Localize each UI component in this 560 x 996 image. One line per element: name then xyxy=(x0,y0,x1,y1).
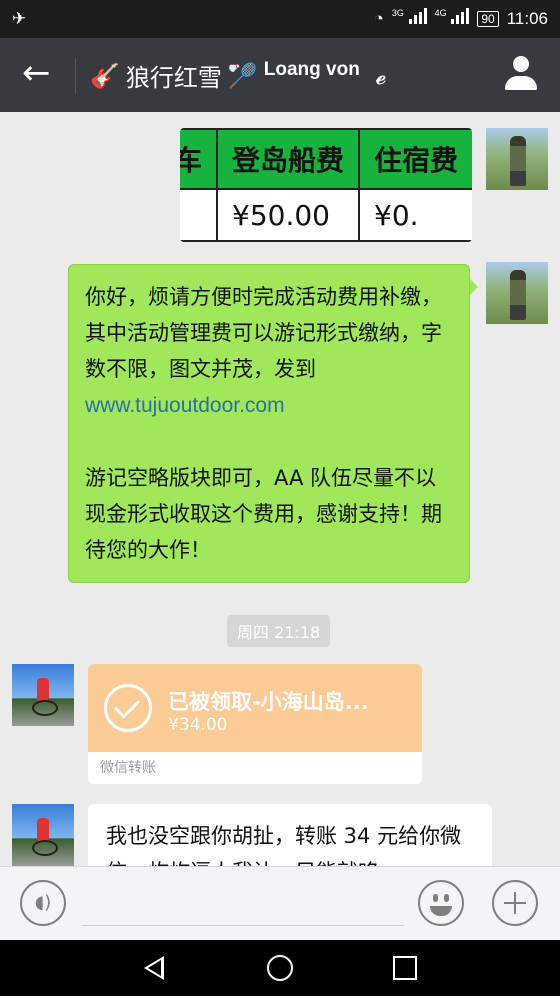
chat-title-text: 狼行红雪 xyxy=(125,64,222,92)
signal-4g: 4G xyxy=(435,8,470,29)
avatar[interactable] xyxy=(486,128,548,190)
avatar[interactable] xyxy=(12,664,74,726)
notification-icon: ✈ xyxy=(12,9,27,28)
signal-3g: 3G xyxy=(392,8,427,29)
nav-back-icon[interactable] xyxy=(144,956,164,980)
table-header-cell: 巴车 xyxy=(180,128,219,190)
status-bar: ✈ ◔ 3G 4G 90 11:06 xyxy=(0,0,560,38)
chat-title: 🎸 狼行红雪 🏸 Loang von 𝓮 xyxy=(90,58,386,93)
header-divider xyxy=(75,58,76,94)
nav-recent-icon[interactable] xyxy=(393,956,417,980)
table-cell: ¥0. xyxy=(358,188,472,242)
transfer-card[interactable]: 已被领取-小海山岛... ¥34.00 微信转账 xyxy=(88,664,422,784)
signal-bars-icon xyxy=(408,8,427,24)
avatar[interactable] xyxy=(486,262,548,324)
table-header-cell: 住宿费 xyxy=(358,128,472,190)
message-input[interactable] xyxy=(82,925,404,926)
table-cell: 38 xyxy=(180,188,219,242)
nav-home-icon[interactable] xyxy=(267,955,293,981)
signal-bars-icon xyxy=(451,8,470,24)
avatar[interactable] xyxy=(12,804,74,866)
sent-message-bubble[interactable]: 你好，烦请方便时完成活动费用补缴，其中活动管理费可以游记形式缴纳，字数不限，图文… xyxy=(68,264,478,583)
battery-icon: 90 xyxy=(477,10,499,27)
person-icon[interactable] xyxy=(504,56,538,92)
message-timestamp: 周四 21:18 xyxy=(227,615,331,647)
table-header-cell: 登岛船费 xyxy=(216,128,361,190)
message-text: 游记空略版块即可，AA 队伍尽量不以现金形式收取这个费用，感谢支持！期待您的大作… xyxy=(85,466,442,562)
transfer-title: 已被领取-小海山岛... xyxy=(168,690,369,714)
emoji-icon[interactable] xyxy=(418,880,464,926)
transfer-footer: 微信转账 xyxy=(100,760,156,776)
image-message[interactable]: 巴车 登岛船费 住宿费 38 ¥50.00 ¥0. xyxy=(180,128,472,242)
clock: 11:06 xyxy=(506,8,548,28)
input-bar: ◖) xyxy=(0,866,560,941)
message-link[interactable]: www.tujuoutdoor.com xyxy=(85,394,285,417)
voice-icon[interactable]: ◖) xyxy=(20,880,66,926)
table-cell: ¥50.00 xyxy=(216,188,361,242)
ear-icon: 𝓮 xyxy=(375,61,387,90)
badminton-emoji-icon: 🏸 xyxy=(227,61,258,90)
guitar-emoji-icon: 🎸 xyxy=(90,61,120,90)
chat-header: ← 🎸 狼行红雪 🏸 Loang von 𝓮 xyxy=(0,38,560,112)
system-nav-bar xyxy=(0,940,560,996)
arrow-left-icon[interactable]: ← xyxy=(22,56,51,90)
plus-icon[interactable] xyxy=(492,880,538,926)
wifi-icon: ◔ xyxy=(373,8,384,28)
chat-title-suffix: Loang von xyxy=(263,58,360,80)
message-text: 你好，烦请方便时完成活动费用补缴，其中活动管理费可以游记形式缴纳，字数不限，图文… xyxy=(85,285,442,381)
fee-table-image: 巴车 登岛船费 住宿费 38 ¥50.00 ¥0. xyxy=(180,128,472,242)
transfer-amount: ¥34.00 xyxy=(168,715,228,735)
checkmark-icon xyxy=(104,684,152,732)
